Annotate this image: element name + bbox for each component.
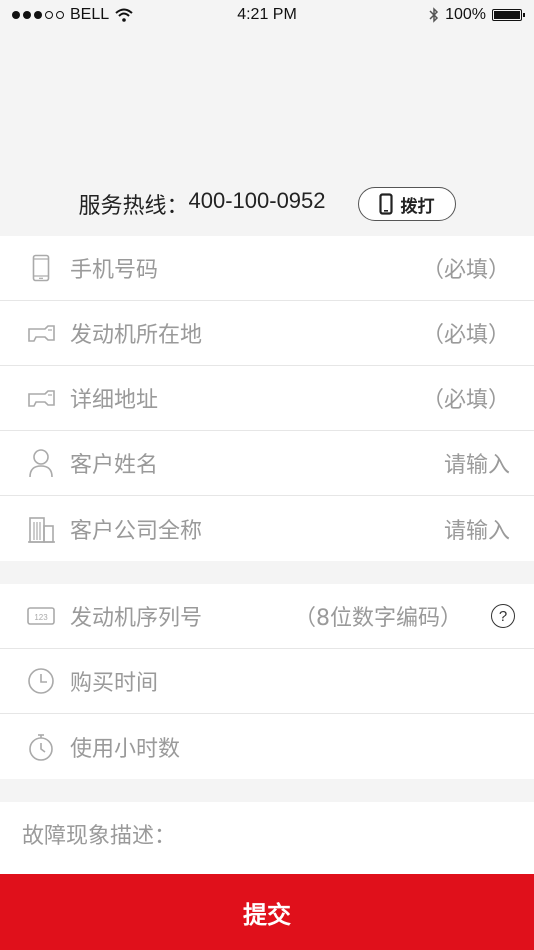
engine-icon <box>26 318 56 348</box>
engine-serial-field[interactable]: 123 发动机序列号 （8位数字编码） ? <box>0 584 534 649</box>
engine-serial-hint: （8位数字编码） <box>294 606 462 631</box>
submit-button[interactable]: 提交 <box>0 874 534 950</box>
detailed-address-label: 详细地址 <box>70 388 159 413</box>
customer-name-hint: 请输入 <box>443 453 510 478</box>
customer-name-field[interactable]: 客户姓名 请输入 <box>0 431 534 496</box>
building-icon <box>26 514 56 544</box>
engine-serial-label: 发动机序列号 <box>70 606 203 631</box>
svg-text:123: 123 <box>34 613 48 622</box>
help-icon[interactable]: ? <box>491 604 515 628</box>
purchase-time-field[interactable]: 购买时间 <box>0 649 534 714</box>
hotline-bar: 服务热线： 400-100-0952 拨打 <box>0 178 534 230</box>
phone-number-hint: （必填） <box>421 258 510 283</box>
status-bar: BELL 4:21 PM 100% <box>0 0 534 32</box>
detailed-address-hint: （必填） <box>421 388 510 413</box>
phone-number-field[interactable]: 手机号码 （必填） <box>0 236 534 301</box>
battery-percent: 100% <box>445 6 486 23</box>
status-right: 100% <box>429 6 525 24</box>
phone-icon <box>26 253 56 283</box>
serial-number-icon: 123 <box>26 601 56 631</box>
purchase-time-label: 购买时间 <box>70 671 159 696</box>
stopwatch-icon <box>26 732 56 762</box>
call-button[interactable]: 拨打 <box>357 187 456 221</box>
battery-icon <box>492 9 525 21</box>
bluetooth-icon <box>429 7 439 23</box>
hotline-text: 服务热线： 400-100-0952 <box>78 188 325 220</box>
mobile-phone-icon <box>378 193 393 215</box>
engine-icon <box>26 383 56 413</box>
company-name-label: 客户公司全称 <box>70 518 203 544</box>
detailed-address-field[interactable]: 详细地址 （必填） <box>0 366 534 431</box>
company-name-field[interactable]: 客户公司全称 请输入 <box>0 496 534 561</box>
fault-description-label: 故障现象描述： <box>22 824 177 849</box>
hotline-label: 服务热线： <box>78 194 189 219</box>
person-icon <box>26 448 56 478</box>
clock-icon <box>26 666 56 696</box>
battery-fill <box>494 11 520 19</box>
hotline-number: 400-100-0952 <box>188 188 326 213</box>
call-button-label: 拨打 <box>400 196 435 217</box>
engine-location-field[interactable]: 发动机所在地 （必填） <box>0 301 534 366</box>
customer-name-label: 客户姓名 <box>70 453 159 478</box>
engine-location-hint: （必填） <box>421 323 510 348</box>
phone-number-label: 手机号码 <box>70 258 159 283</box>
form-group-contact: 手机号码 （必填） 发动机所在地 （必填） 详细地址 （必填） 客户姓名 请输入… <box>0 236 534 561</box>
fault-description-field[interactable]: 故障现象描述： <box>0 802 534 874</box>
company-name-hint: 请输入 <box>443 518 510 544</box>
usage-hours-field[interactable]: 使用小时数 <box>0 714 534 779</box>
usage-hours-label: 使用小时数 <box>70 736 181 762</box>
engine-location-label: 发动机所在地 <box>70 323 203 348</box>
form-group-engine: 123 发动机序列号 （8位数字编码） ? 购买时间 使用小时数 <box>0 584 534 779</box>
